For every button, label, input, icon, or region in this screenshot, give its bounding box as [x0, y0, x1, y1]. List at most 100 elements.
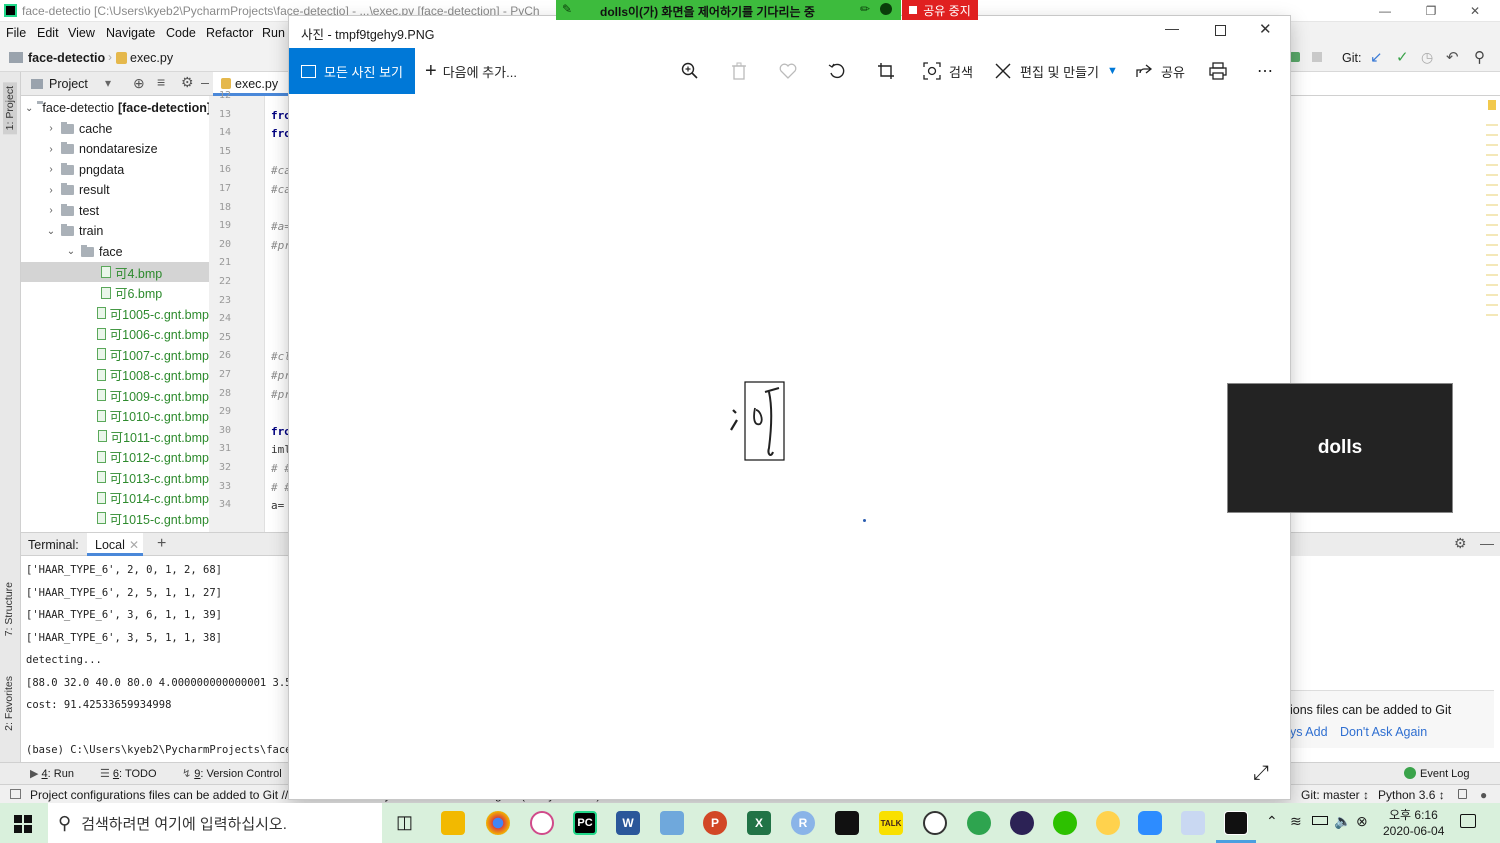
- tree-file-item[interactable]: 可1007-c.gnt.bmp: [21, 344, 209, 364]
- menu-file[interactable]: File: [6, 26, 26, 40]
- git-commit-icon[interactable]: ✓: [1396, 48, 1409, 66]
- wifi-icon[interactable]: ≋: [1290, 813, 1302, 830]
- notepad-icon[interactable]: [660, 811, 684, 835]
- powerpoint-icon[interactable]: P: [703, 811, 727, 835]
- menu-view[interactable]: View: [68, 26, 95, 40]
- notification-center-icon[interactable]: [1460, 814, 1476, 828]
- run-icon[interactable]: [1290, 52, 1300, 62]
- kakaotalk-icon[interactable]: TALK: [879, 811, 903, 835]
- terminal-app-icon[interactable]: [835, 811, 859, 835]
- eclipse-icon[interactable]: [1010, 811, 1034, 835]
- tool-version-control[interactable]: ↯ 9: Version Control: [182, 767, 282, 780]
- photos-close-icon[interactable]: ✕: [1259, 20, 1272, 38]
- chevron-right-icon[interactable]: ›: [45, 185, 57, 196]
- inspector-icon[interactable]: ●: [1480, 788, 1487, 802]
- chevron-down-icon[interactable]: ⌄: [65, 246, 77, 257]
- photos-taskbar-icon[interactable]: [1224, 811, 1248, 835]
- edit-create-button[interactable]: 편집 및 만들기 ▼: [994, 48, 1118, 94]
- tool-project[interactable]: 1: Project: [3, 82, 17, 135]
- terminal-settings-icon[interactable]: ⚙: [1454, 535, 1467, 552]
- crop-button[interactable]: [877, 48, 895, 94]
- paint-app-icon[interactable]: [530, 811, 554, 835]
- photos-minimize-icon[interactable]: —: [1165, 20, 1179, 36]
- all-photos-button[interactable]: 모든 사진 보기: [289, 48, 415, 94]
- chevron-right-icon[interactable]: ›: [45, 144, 57, 155]
- tree-folder-item[interactable]: › result: [21, 180, 209, 200]
- new-terminal-button[interactable]: +: [157, 535, 166, 553]
- breadcrumb-project[interactable]: face-detectio: [28, 51, 105, 65]
- locate-icon[interactable]: ⊕: [133, 75, 145, 92]
- tree-file-item[interactable]: 可4.bmp: [21, 262, 209, 282]
- tree-file-item[interactable]: 可1011-c.gnt.bmp: [21, 426, 209, 446]
- stop-icon[interactable]: [1312, 52, 1322, 62]
- rollback-icon[interactable]: ↶: [1446, 48, 1459, 66]
- displayed-image[interactable]: [727, 380, 791, 464]
- taskbar-search-box[interactable]: ⚲ 검색하려면 여기에 입력하십시오.: [48, 803, 382, 843]
- network-error-icon[interactable]: ⊗: [1356, 813, 1368, 830]
- stop-sharing-button[interactable]: 공유 중지: [902, 0, 978, 20]
- chrome-icon[interactable]: [486, 811, 510, 835]
- qq-icon[interactable]: [1096, 811, 1120, 835]
- clock-time[interactable]: 오후 6:16: [1389, 806, 1438, 823]
- windows-start-icon[interactable]: [14, 815, 32, 833]
- terminal-tab-local[interactable]: Local ✕: [87, 533, 143, 556]
- tree-file-item[interactable]: 可1012-c.gnt.bmp: [21, 447, 209, 467]
- settings-gear-icon[interactable]: ⚙: [181, 74, 194, 91]
- menu-navigate[interactable]: Navigate: [106, 26, 155, 40]
- tool-run[interactable]: ▶ 4: Run: [30, 767, 74, 780]
- task-view-icon[interactable]: ◫: [396, 812, 413, 833]
- menu-code[interactable]: Code: [166, 26, 196, 40]
- chevron-down-icon[interactable]: ⌄: [45, 226, 57, 237]
- tree-file-item[interactable]: 可1009-c.gnt.bmp: [21, 385, 209, 405]
- tree-folder-item[interactable]: ⌄ face-detectio [face-detection]: [21, 98, 209, 118]
- tree-folder-item[interactable]: › pngdata: [21, 160, 209, 180]
- tree-folder-item[interactable]: › cache: [21, 119, 209, 139]
- event-log-button[interactable]: Event Log: [1404, 767, 1470, 780]
- clock-date[interactable]: 2020-06-04: [1383, 824, 1444, 838]
- more-options-icon[interactable]: ⋯: [1257, 48, 1274, 94]
- error-stripe[interactable]: [1486, 116, 1498, 316]
- map-pin-app-icon[interactable]: [967, 811, 991, 835]
- chevron-right-icon[interactable]: ›: [45, 205, 57, 216]
- print-button[interactable]: [1209, 48, 1227, 94]
- fullscreen-icon[interactable]: ⤢: [1253, 762, 1269, 785]
- status-toggle-icon[interactable]: [10, 789, 21, 799]
- battery-icon[interactable]: [1312, 816, 1328, 825]
- excel-icon[interactable]: X: [747, 811, 771, 835]
- tree-folder-item[interactable]: › nondataresize: [21, 139, 209, 159]
- tool-todo[interactable]: ☰ 6: TODO: [100, 767, 157, 780]
- zoom-app-icon[interactable]: [1138, 811, 1162, 835]
- warning-marker[interactable]: [1488, 100, 1496, 110]
- restore-icon[interactable]: ❐: [1408, 0, 1454, 22]
- r-icon[interactable]: R: [791, 811, 815, 835]
- search-everywhere-icon[interactable]: ⚲: [1474, 48, 1485, 66]
- menu-refactor[interactable]: Refactor: [206, 26, 253, 40]
- dropdown-icon[interactable]: ▾: [105, 76, 111, 90]
- breadcrumb-file[interactable]: exec.py: [130, 51, 173, 65]
- close-icon[interactable]: ✕: [1452, 0, 1498, 22]
- project-view-selector[interactable]: Project: [49, 77, 88, 91]
- tree-file-item[interactable]: 可1013-c.gnt.bmp: [21, 467, 209, 487]
- terminal-hide-icon[interactable]: —: [1480, 535, 1494, 551]
- add-to-button[interactable]: + 다음에 추가...: [425, 48, 517, 94]
- git-branch-widget[interactable]: Git: master ↕: [1301, 788, 1370, 802]
- tool-structure[interactable]: 7: Structure: [3, 582, 15, 636]
- tree-file-item[interactable]: 可1006-c.gnt.bmp: [21, 324, 209, 344]
- tree-file-item[interactable]: 可1008-c.gnt.bmp: [21, 365, 209, 385]
- tree-file-item[interactable]: 可1014-c.gnt.bmp: [21, 488, 209, 508]
- collapse-all-icon[interactable]: ≡: [157, 74, 165, 90]
- file-explorer-icon[interactable]: [441, 811, 465, 835]
- dont-ask-again-link[interactable]: Don't Ask Again: [1340, 725, 1427, 739]
- minimize-icon[interactable]: —: [1362, 0, 1408, 22]
- terminal-output[interactable]: ['HAAR_TYPE_6', 2, 0, 1, 2, 68] ['HAAR_TY…: [21, 556, 289, 762]
- tree-folder-item[interactable]: ⌄ face: [21, 242, 209, 262]
- tool-favorites[interactable]: 2: Favorites: [3, 676, 15, 731]
- clock-app-icon[interactable]: [923, 811, 947, 835]
- lock-icon[interactable]: [1458, 789, 1467, 799]
- word-icon[interactable]: W: [616, 811, 640, 835]
- tree-file-item[interactable]: 可6.bmp: [21, 283, 209, 303]
- pycharm-taskbar-icon[interactable]: PC: [573, 811, 597, 835]
- chevron-right-icon[interactable]: ›: [45, 123, 57, 134]
- tree-file-item[interactable]: 可1010-c.gnt.bmp: [21, 406, 209, 426]
- menu-run[interactable]: Run: [262, 26, 285, 40]
